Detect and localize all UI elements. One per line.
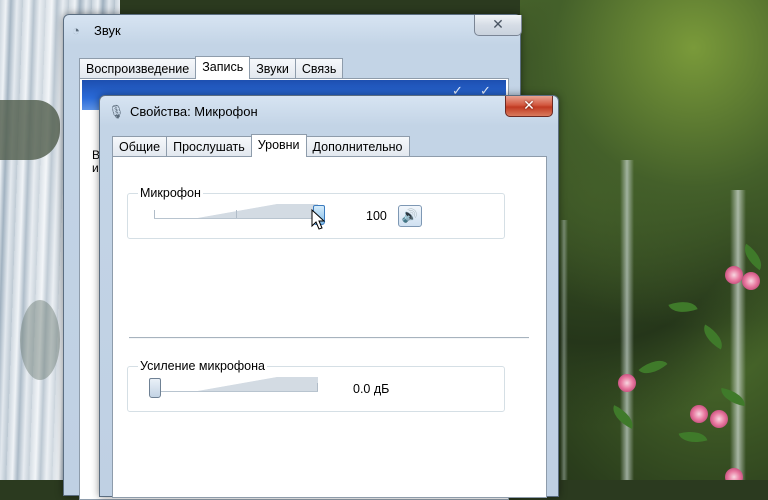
microphone-level-track[interactable]: [154, 204, 318, 219]
pink-flower: [690, 405, 708, 423]
tab-levels[interactable]: Уровни: [250, 134, 307, 157]
microphone-boost-group: Усиление микрофона 0.0 дБ: [127, 359, 505, 412]
microphone-boost-track[interactable]: [154, 377, 318, 392]
tab-general[interactable]: Общие: [112, 136, 168, 157]
microphone-boost-slider[interactable]: [149, 378, 161, 398]
pink-flower: [618, 374, 636, 392]
microphone-properties-window: 🎙 Свойства: Микрофон ✕ Общие Прослушать …: [99, 95, 559, 498]
microphone-level-value: 100: [366, 209, 387, 223]
pink-flower: [725, 468, 743, 480]
mic-tabs: Общие Прослушать Уровни Дополнительно: [112, 134, 410, 157]
sound-titlebar[interactable]: ◔ Звук: [64, 15, 520, 45]
pink-flower: [742, 272, 760, 290]
pink-flower: [725, 266, 743, 284]
tab-advanced[interactable]: Дополнительно: [305, 136, 410, 157]
mic-window-title: Свойства: Микрофон: [130, 104, 258, 119]
speaker-volume-icon[interactable]: 🔊: [398, 205, 422, 227]
mic-close-button[interactable]: ✕: [505, 96, 553, 117]
microphone-boost-value: 0.0 дБ: [353, 382, 390, 396]
mic-titlebar[interactable]: 🎙 Свойства: Микрофон: [100, 96, 558, 126]
tab-communications[interactable]: Связь: [294, 58, 344, 79]
pink-flower: [710, 410, 728, 428]
tab-playback[interactable]: Воспроизведение: [79, 58, 197, 79]
tab-sounds[interactable]: Звуки: [249, 58, 296, 79]
levels-panel: Микрофон 100 🔊 Усиление микрофона 0.0 дБ: [112, 156, 547, 498]
microphone-level-group: Микрофон 100 🔊: [127, 186, 505, 239]
sound-tabs: Воспроизведение Запись Звуки Связь: [79, 56, 344, 79]
sound-window-title: Звук: [94, 23, 121, 38]
section-divider: [129, 337, 529, 339]
microphone-level-label: Микрофон: [138, 186, 203, 200]
sound-close-button[interactable]: ✕: [474, 15, 522, 36]
tab-listen[interactable]: Прослушать: [166, 136, 252, 157]
tab-recording[interactable]: Запись: [195, 56, 251, 79]
microphone-boost-label: Усиление микрофона: [138, 359, 267, 373]
speaker-icon: ◔: [72, 23, 80, 38]
mouse-cursor-icon: [311, 208, 326, 230]
microphone-icon: 🎙: [108, 104, 125, 119]
